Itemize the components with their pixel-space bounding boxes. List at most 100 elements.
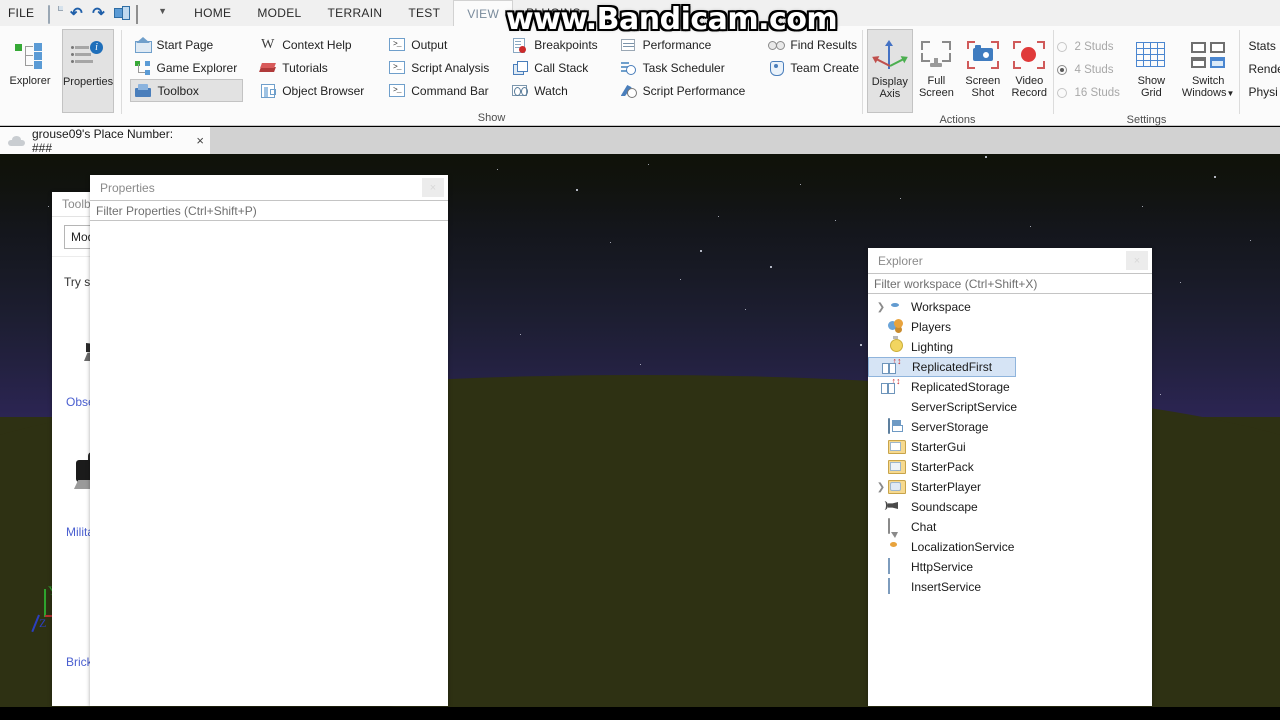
watch-label: Watch [534, 83, 568, 98]
document-tab-title: grouse09's Place Number: ### [32, 126, 174, 155]
properties-list [90, 221, 448, 704]
roblox-studio-window: FILE ↶ ↷ ▼ HOME MODEL TERRAIN TEST VIEW … [0, 0, 1280, 720]
script-performance-button[interactable]: Script Performance [616, 79, 752, 102]
books-icon [259, 59, 276, 76]
full-screen-icon [920, 35, 952, 75]
studs-option-4-label: 4 Studs [1074, 63, 1114, 76]
chevron-down-icon[interactable]: ▼ [158, 6, 173, 21]
tree-item-startergui[interactable]: StarterGui [868, 437, 1152, 457]
chevron-right-icon[interactable]: ❯ [874, 302, 888, 313]
tutorials-button[interactable]: Tutorials [255, 56, 370, 79]
tree-item-lighting[interactable]: Lighting [868, 337, 1152, 357]
object-browser-button[interactable]: Object Browser [255, 79, 370, 102]
tree-item-httpservice[interactable]: HttpService [868, 557, 1152, 577]
explorer-tree: ❯ Workspace Players Lighting ↕↕ Replicat… [868, 294, 1152, 597]
tab-terrain[interactable]: TERRAIN [315, 0, 396, 26]
tree-item-chat[interactable]: Chat [868, 517, 1152, 537]
studs-option-2[interactable]: 2 Studs [1057, 35, 1119, 58]
tree-item-label: Players [911, 320, 952, 334]
tab-view[interactable]: VIEW [453, 0, 514, 26]
tree-item-players[interactable]: Players [868, 317, 1152, 337]
switch-windows-button[interactable]: Switch Windows▼ [1177, 29, 1240, 113]
studs-option-4[interactable]: 4 Studs [1057, 58, 1119, 81]
display-axis-button[interactable]: Display Axis [866, 29, 914, 113]
tab-home[interactable]: HOME [181, 0, 244, 26]
tree-item-label: Workspace [911, 300, 971, 314]
close-icon[interactable]: × [1126, 251, 1148, 270]
properties-button-label: Properties [62, 76, 114, 88]
ribbon-group-panels-label [0, 113, 121, 126]
stats-button[interactable]: Stats [1248, 35, 1280, 58]
properties-button[interactable]: i Properties [62, 29, 114, 113]
tree-item-replicatedstorage[interactable]: ↕↕ ReplicatedStorage [868, 377, 1152, 397]
watch-button[interactable]: Watch [507, 79, 603, 102]
tree-item-insertservice[interactable]: InsertService [868, 577, 1152, 597]
chevron-right-icon[interactable]: ❯ [874, 482, 888, 493]
game-explorer-button[interactable]: Game Explorer [130, 56, 244, 79]
close-icon[interactable]: × [196, 134, 204, 147]
tree-item-starterplayer[interactable]: ❯ StarterPlayer [868, 477, 1152, 497]
stop-square-icon[interactable] [136, 4, 151, 24]
tree-item-serverscriptservice[interactable]: ServerScriptService [868, 397, 1152, 417]
tree-item-starterpack[interactable]: StarterPack [868, 457, 1152, 477]
start-page-button[interactable]: Start Page [130, 33, 244, 56]
file-menu-button[interactable]: FILE [0, 6, 44, 20]
show-group-label: Show [477, 112, 506, 124]
console-icon: >_ [388, 36, 405, 53]
toolbox-icon [135, 82, 152, 99]
performance-button[interactable]: Performance [616, 33, 752, 56]
breakpoints-button[interactable]: Breakpoints [507, 33, 603, 56]
performance-icon [620, 36, 637, 53]
widget-icon[interactable] [114, 6, 129, 21]
redo-icon[interactable]: ↷ [92, 6, 107, 21]
tree-item-replicatedfirst[interactable]: ↕↕ ReplicatedFirst [868, 357, 1016, 377]
toolbox-item-name[interactable]: Brick [66, 655, 93, 669]
properties-panel-header: Properties × [90, 175, 448, 200]
physics-stats-button[interactable]: Physi [1248, 81, 1280, 104]
lighting-icon [888, 339, 905, 355]
show-column-2: W Context Help Tutorials Object Browser [255, 29, 370, 102]
call-stack-button[interactable]: Call Stack [507, 56, 603, 79]
explorer-panel[interactable]: Explorer × Filter workspace (Ctrl+Shift+… [868, 248, 1152, 706]
context-help-button[interactable]: W Context Help [255, 33, 370, 56]
toolbox-search-placeholder: Try s [64, 275, 91, 289]
studs-option-16[interactable]: 16 Studs [1057, 81, 1120, 104]
toolbox-button[interactable]: Toolbox [129, 79, 244, 102]
tree-item-localizationservice[interactable]: LocalizationService [868, 537, 1152, 557]
tree-item-soundscape[interactable]: Soundscape [868, 497, 1152, 517]
properties-panel[interactable]: Properties × Filter Properties (Ctrl+Shi… [90, 175, 448, 706]
breakpoint-icon [511, 36, 528, 53]
close-icon[interactable]: × [422, 178, 444, 197]
tab-test[interactable]: TEST [395, 0, 453, 26]
workspace-icon [888, 299, 905, 315]
properties-filter-input[interactable]: Filter Properties (Ctrl+Shift+P) [90, 200, 448, 221]
show-column-3: >_ Output >_ Script Analysis >_ Command … [384, 29, 495, 102]
document-tab[interactable]: grouse09's Place Number: ### × [0, 126, 210, 155]
bottom-bar [0, 707, 1280, 720]
video-record-button[interactable]: Video Record [1006, 29, 1052, 113]
explorer-filter-input[interactable]: Filter workspace (Ctrl+Shift+X) [868, 273, 1152, 294]
grid-studs-radio-group: 2 Studs 4 Studs 16 Studs [1053, 29, 1120, 104]
output-button[interactable]: >_ Output [384, 33, 495, 56]
show-grid-icon [1134, 35, 1168, 75]
stats-group-label [1240, 111, 1280, 126]
tab-plugins[interactable]: PLUGINS [513, 0, 594, 26]
script-analysis-button[interactable]: >_ Script Analysis [384, 56, 495, 79]
toolbox-panel-title: Toolb [62, 197, 91, 211]
render-stats-button[interactable]: Rende [1248, 58, 1280, 81]
tree-item-serverstorage[interactable]: ServerStorage [868, 417, 1152, 437]
command-bar-button[interactable]: >_ Command Bar [384, 79, 495, 102]
tree-item-workspace[interactable]: ❯ Workspace [868, 297, 1152, 317]
find-results-button[interactable]: Find Results [763, 33, 865, 56]
team-create-button[interactable]: Team Create [763, 56, 865, 79]
task-scheduler-icon [620, 59, 637, 76]
show-grid-button[interactable]: Show Grid [1126, 29, 1177, 113]
full-screen-button[interactable]: Full Screen [913, 29, 959, 113]
task-scheduler-button[interactable]: Task Scheduler [616, 56, 752, 79]
new-document-icon[interactable] [48, 4, 63, 24]
properties-filter-placeholder: Filter Properties (Ctrl+Shift+P) [96, 203, 257, 218]
undo-icon[interactable]: ↶ [70, 6, 85, 21]
explorer-button[interactable]: Explorer [4, 29, 56, 113]
screen-shot-button[interactable]: Screen Shot [960, 29, 1006, 113]
tab-model[interactable]: MODEL [244, 0, 314, 26]
